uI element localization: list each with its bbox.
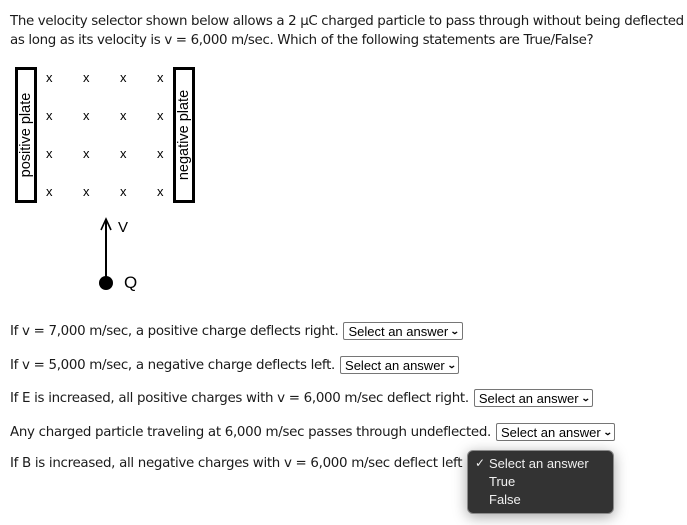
- velocity-arrowhead-icon: [100, 217, 112, 231]
- field-into-page-icon: x: [46, 108, 53, 123]
- field-into-page-icon: x: [120, 184, 127, 199]
- select-value: Select an answer: [348, 323, 449, 339]
- field-into-page-icon: x: [83, 184, 90, 199]
- checkmark-icon: ✓: [475, 456, 486, 470]
- select-value: Select an answer: [501, 424, 601, 440]
- field-into-page-icon: x: [157, 184, 164, 199]
- chevron-down-icon: ⌄: [450, 325, 460, 336]
- field-into-page-icon: x: [46, 146, 53, 161]
- field-into-page-icon: x: [157, 70, 164, 85]
- statement-text: Any charged particle traveling at 6,000 …: [10, 424, 492, 440]
- dropdown-option-false[interactable]: False: [489, 491, 521, 509]
- field-into-page-icon: x: [83, 70, 90, 85]
- velocity-label: V: [118, 219, 129, 236]
- positive-plate: positive plate: [15, 67, 37, 203]
- charge-dot: [99, 276, 113, 290]
- statement-row: If E is increased, all positive charges …: [10, 389, 594, 407]
- statement-text: If v = 5,000 m/sec, a negative charge de…: [10, 357, 336, 373]
- question-line-1: The velocity selector shown below allows…: [10, 14, 684, 29]
- field-into-page-icon: x: [46, 70, 53, 85]
- answer-select-3[interactable]: Select an answer ⌄: [473, 389, 594, 407]
- question-text: The velocity selector shown below allows…: [10, 12, 687, 50]
- answer-select-1[interactable]: Select an answer ⌄: [343, 322, 463, 340]
- chevron-down-icon: ⌄: [446, 359, 457, 370]
- field-into-page-icon: x: [83, 146, 90, 161]
- statement-row: Any charged particle traveling at 6,000 …: [10, 423, 616, 441]
- field-into-page-icon: x: [83, 108, 90, 123]
- chevron-down-icon: ⌄: [580, 392, 591, 403]
- question-line-2: as long as its velocity is v = 6,000 m/s…: [10, 33, 594, 48]
- field-into-page-icon: x: [120, 108, 127, 123]
- field-into-page-icon: x: [120, 146, 127, 161]
- select-value: Select an answer: [478, 390, 579, 406]
- statement-row: If v = 7,000 m/sec, a positive charge de…: [10, 322, 463, 340]
- field-into-page-icon: x: [157, 146, 164, 161]
- dropdown-option-true[interactable]: True: [489, 473, 515, 491]
- field-into-page-icon: x: [157, 108, 164, 123]
- answer-select-2[interactable]: Select an answer ⌄: [340, 356, 460, 374]
- statement-row: If B is increased, all negative charges …: [10, 456, 462, 471]
- velocity-selector-diagram: positive plate negative plate x x x x x x x x x x…: [0, 62, 220, 302]
- statement-text: If E is increased, all positive charges …: [10, 390, 469, 406]
- dropdown-option-select-an-answer[interactable]: Select an answer: [489, 455, 589, 473]
- field-into-page-icon: x: [120, 70, 127, 85]
- select-value: Select an answer: [345, 357, 445, 373]
- negative-plate: negative plate: [173, 67, 195, 203]
- chevron-down-icon: ⌄: [602, 426, 613, 437]
- positive-plate-label: positive plate: [18, 92, 34, 178]
- charge-label: Q: [124, 273, 138, 292]
- field-into-page-icon: x: [46, 184, 53, 199]
- statement-text: If v = 7,000 m/sec, a positive charge de…: [10, 323, 339, 339]
- answer-select-4[interactable]: Select an answer ⌄: [496, 423, 616, 441]
- statement-row: If v = 5,000 m/sec, a negative charge de…: [10, 356, 460, 374]
- answer-dropdown-popup[interactable]: ✓ Select an answer True False: [467, 450, 614, 514]
- negative-plate-label: negative plate: [176, 89, 192, 181]
- statement-text: If B is increased, all negative charges …: [10, 456, 463, 471]
